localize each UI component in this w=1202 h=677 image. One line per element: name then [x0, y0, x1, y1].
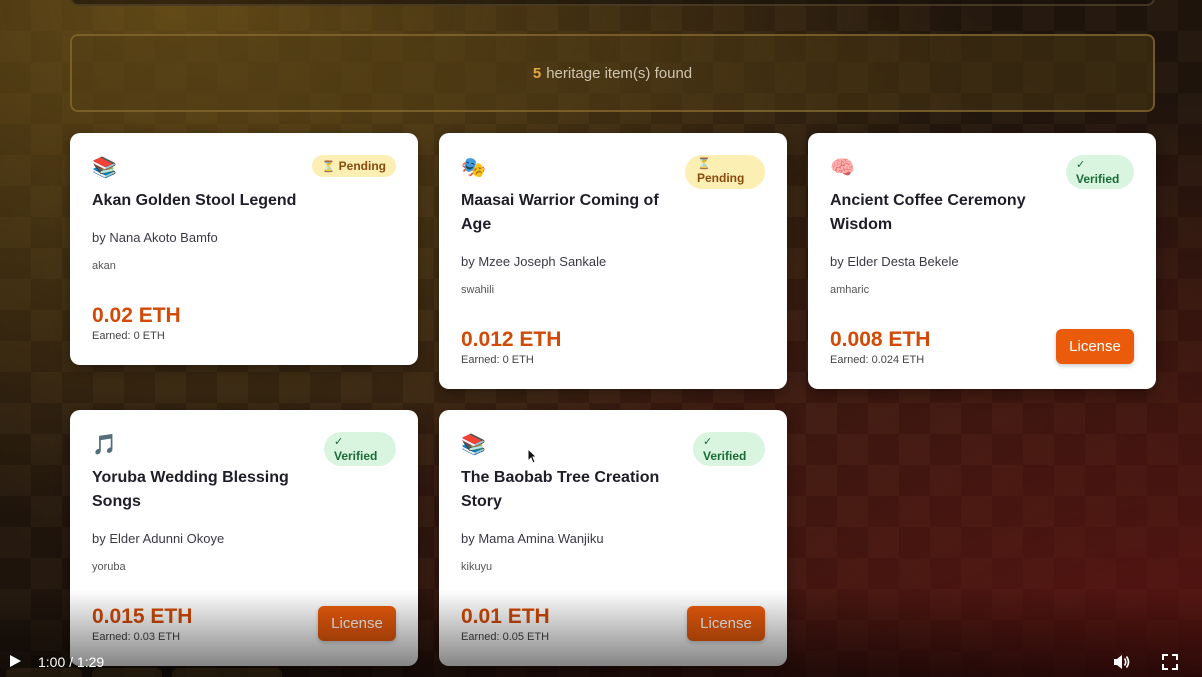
books-icon: 📚 — [461, 434, 486, 456]
card-earned: Earned: 0.024 ETH — [830, 354, 925, 366]
card-price: 0.008 ETH — [830, 328, 931, 351]
card-title-line: Wisdom — [830, 216, 893, 233]
card-author: by Mama Amina Wanjiku — [461, 531, 604, 546]
card-earned: Earned: 0.03 ETH — [92, 631, 181, 643]
music-note-icon: 🎵 — [92, 434, 117, 456]
volume-icon[interactable] — [1113, 654, 1131, 670]
books-icon: 📚 — [92, 157, 117, 179]
results-banner: 5 heritage item(s) found — [70, 34, 1155, 112]
card-title: Yoruba Wedding Blessing Songs — [92, 466, 289, 514]
card-author: by Elder Desta Bekele — [830, 254, 959, 269]
license-button[interactable]: License — [687, 606, 765, 641]
heritage-card[interactable]: 📚 ⏳ Pending Akan Golden Stool Legend by … — [70, 133, 418, 365]
status-label: Pending — [338, 159, 386, 173]
card-title: Ancient Coffee Ceremony Wisdom — [830, 189, 1026, 237]
status-label: Verified — [703, 449, 747, 463]
heritage-card[interactable]: 🎵 ✓ Verified Yoruba Wedding Blessing Son… — [70, 410, 418, 666]
results-count: 5 — [532, 64, 542, 82]
card-title-line: The Baobab Tree Creation — [461, 469, 660, 486]
card-title: Maasai Warrior Coming of Age — [461, 189, 659, 237]
card-title: The Baobab Tree Creation Story — [461, 466, 659, 514]
card-price: 0.02 ETH — [92, 304, 181, 327]
card-language: swahili — [461, 284, 495, 296]
card-earned: Earned: 0 ETH — [92, 330, 165, 342]
status-label: Verified — [334, 449, 378, 463]
status-label: Pending — [697, 171, 745, 185]
license-button[interactable]: License — [318, 606, 396, 641]
status-badge-verified: ✓ Verified — [693, 432, 765, 466]
status-badge-verified: ✓ Verified — [324, 432, 396, 466]
heritage-card[interactable]: 📚 ✓ Verified The Baobab Tree Creation St… — [439, 410, 787, 666]
video-controls: 1:00 / 1:29 — [0, 645, 1202, 677]
card-author: by Nana Akoto Bamfo — [92, 230, 218, 245]
status-badge-pending: ⏳ Pending — [311, 155, 396, 177]
card-title-line: Akan Golden Stool Legend — [92, 192, 297, 209]
card-title-line: Yoruba Wedding Blessing — [92, 469, 289, 486]
checkmark-icon: ✓ — [334, 436, 344, 448]
status-badge-verified: ✓ Verified — [1066, 155, 1134, 189]
status-label: Verified — [1076, 172, 1120, 186]
card-title-line: Songs — [92, 493, 141, 510]
status-badge-pending: ⏳ Pending — [685, 155, 765, 189]
card-price: 0.015 ETH — [92, 605, 193, 628]
heritage-card[interactable]: 🎭 ⏳ Pending Maasai Warrior Coming of Age… — [439, 133, 787, 389]
hourglass-icon: ⏳ — [697, 158, 711, 170]
card-author: by Elder Adunni Okoye — [92, 531, 225, 546]
card-earned: Earned: 0 ETH — [461, 354, 534, 366]
search-bar-container — [70, 0, 1155, 6]
card-title: Akan Golden Stool Legend — [92, 189, 296, 213]
video-time: 1:00 / 1:29 — [38, 654, 105, 670]
results-text: heritage item(s) found — [546, 64, 693, 82]
performing-arts-icon: 🎭 — [461, 157, 486, 179]
checkmark-icon: ✓ — [703, 436, 713, 448]
card-title-line: Age — [461, 216, 492, 233]
play-icon[interactable] — [8, 653, 22, 669]
card-language: kikuyu — [461, 561, 493, 573]
license-button[interactable]: License — [1056, 329, 1134, 364]
card-language: akan — [92, 260, 116, 272]
card-title-line: Maasai Warrior Coming of — [461, 192, 659, 209]
fullscreen-icon[interactable] — [1162, 654, 1178, 670]
card-language: amharic — [830, 284, 870, 296]
brain-icon: 🧠 — [830, 157, 855, 179]
card-author: by Mzee Joseph Sankale — [461, 254, 607, 269]
card-language: yoruba — [92, 561, 126, 573]
card-title-line: Ancient Coffee Ceremony — [830, 192, 1026, 209]
checkmark-icon: ✓ — [1076, 159, 1086, 171]
hourglass-icon: ⏳ — [321, 161, 336, 173]
card-price: 0.01 ETH — [461, 605, 550, 628]
heritage-card[interactable]: 🧠 ✓ Verified Ancient Coffee Ceremony Wis… — [808, 133, 1156, 389]
card-earned: Earned: 0.05 ETH — [461, 631, 550, 643]
mouse-cursor-icon — [527, 448, 537, 464]
card-title-line: Story — [461, 493, 502, 510]
card-price: 0.012 ETH — [461, 328, 562, 351]
